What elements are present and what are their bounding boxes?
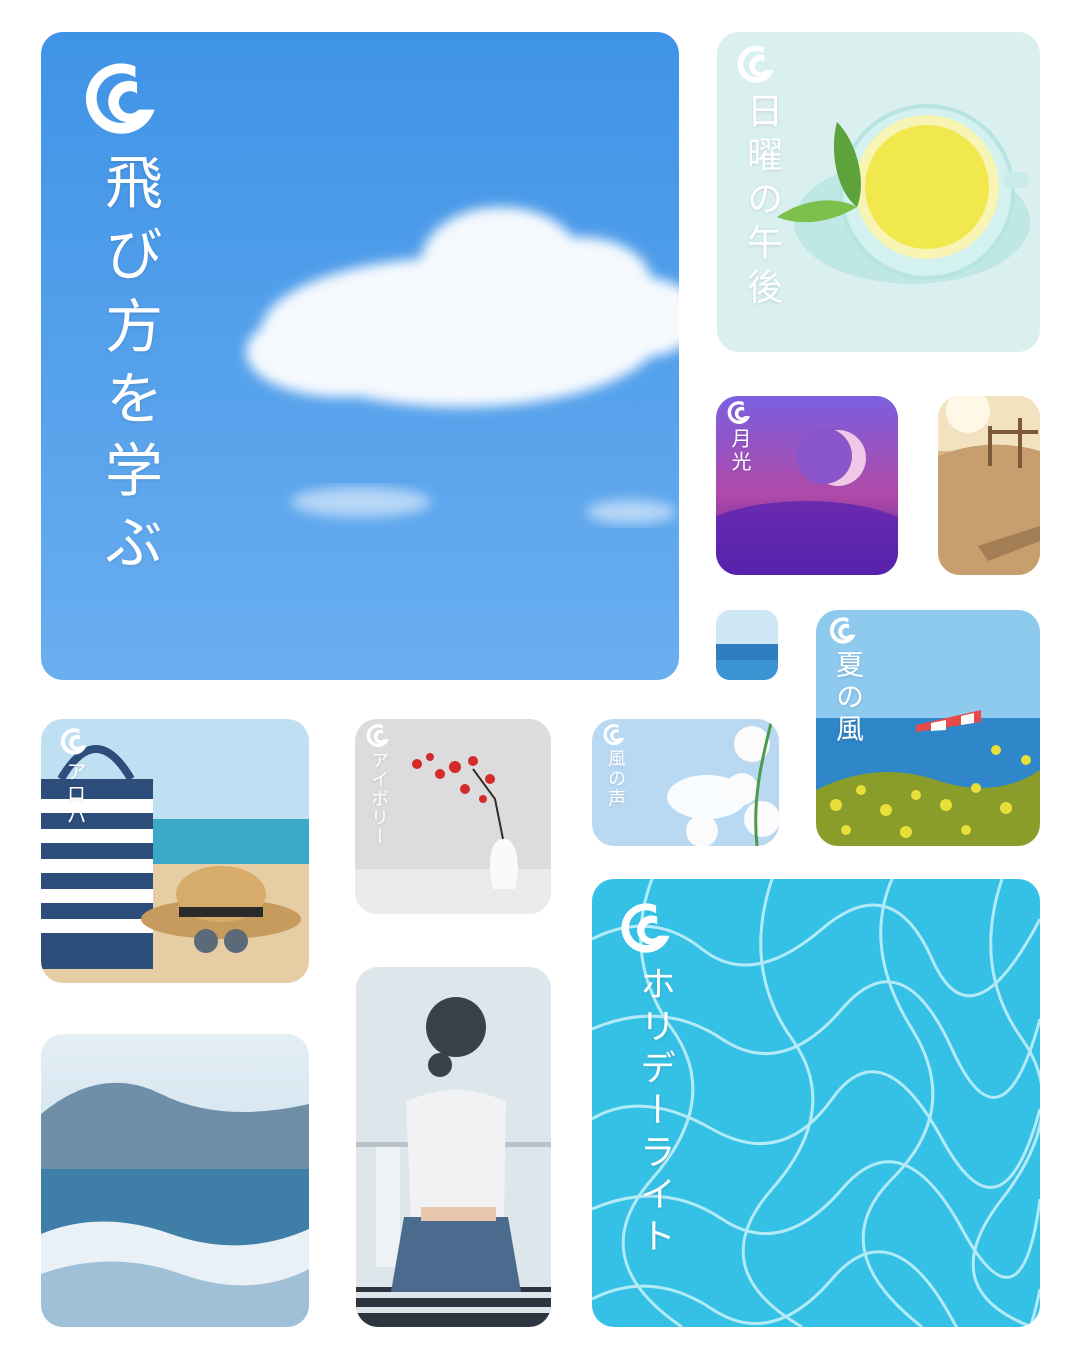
playlist-card-sunday[interactable]: 日曜の午後 [717,32,1040,352]
ocean-waves-image [41,1034,309,1327]
playlist-card-holiday[interactable]: ホリデーライト [592,879,1040,1327]
playlist-title: 飛び方を学ぶ [95,152,163,584]
app-logo-icon [737,45,774,83]
playlist-card-ivory[interactable]: アイボリー [355,719,551,914]
app-logo-icon [829,617,856,644]
playlist-card-waves[interactable] [41,1034,309,1327]
app-logo-icon [366,724,389,747]
playlist-card-fly[interactable]: 飛び方を学ぶ [41,32,679,680]
playlist-title: ホリデーライト [634,965,675,1259]
playlist-card-aloha[interactable]: アロハ [41,719,309,983]
playlist-card-sea-small[interactable] [716,610,778,680]
beach-bag-image [41,719,309,983]
playlist-card-balcony[interactable] [356,967,551,1327]
playlist-card-summer[interactable]: 夏の風 [816,610,1040,846]
playlist-title: 日曜の午後 [741,92,782,312]
app-logo-icon [621,903,670,953]
playlist-title: アイボリー [368,751,389,846]
app-logo-icon [85,63,155,134]
woman-balcony-image [356,967,551,1327]
playlist-title: 夏の風 [832,650,865,746]
playlist-card-wind[interactable]: 風の声 [592,719,779,846]
playlist-title: アロハ [63,761,87,827]
sandy-beach-path-image [938,396,1040,575]
playlist-card-beach-path[interactable] [938,396,1040,575]
playlist-title: 風の声 [605,749,626,809]
sea-horizon-image [716,610,778,680]
playlist-card-moon[interactable]: 月光 [716,396,898,575]
app-logo-icon [60,728,87,755]
app-logo-icon [603,724,625,746]
app-logo-icon [727,401,750,424]
playlist-title: 月光 [728,428,752,474]
